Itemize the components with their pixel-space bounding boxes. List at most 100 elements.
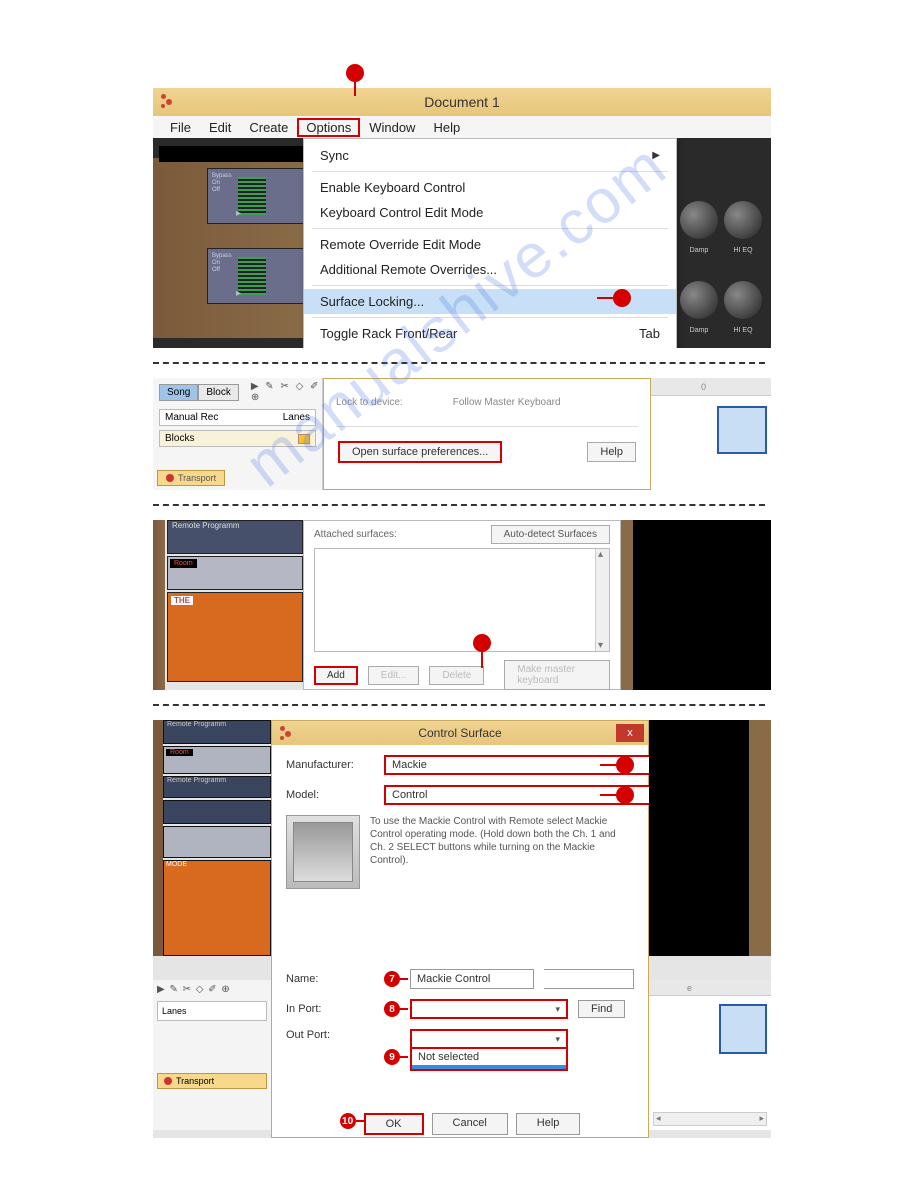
tab-block[interactable]: Block xyxy=(198,384,238,401)
menu-item-reduce-clutter[interactable]: Reduce Cable ClutterK xyxy=(304,346,676,348)
menu-create[interactable]: Create xyxy=(240,118,297,137)
manual-rec-row[interactable]: Manual RecLanes xyxy=(159,409,316,426)
out-port-option-selected[interactable] xyxy=(412,1065,566,1069)
in-port-select[interactable]: ▾ xyxy=(410,999,568,1019)
expand-arrow-icon[interactable]: ▸ xyxy=(236,288,241,299)
knob-hieq[interactable] xyxy=(724,201,762,239)
out-port-option[interactable]: Not selected xyxy=(412,1049,566,1065)
dialog-titlebar: Control Surface x xyxy=(272,721,648,745)
name-input-ext[interactable] xyxy=(544,969,634,989)
record-dot-icon xyxy=(164,1077,172,1085)
rack-module[interactable]: Remote Programm xyxy=(163,776,271,798)
menu-item-toggle-rack[interactable]: Toggle Rack Front/RearTab xyxy=(304,321,676,346)
app-logo-icon xyxy=(159,92,179,112)
add-button[interactable]: Add xyxy=(314,666,358,685)
out-port-label: Out Port: xyxy=(286,1029,374,1041)
blocks-row[interactable]: Blocks xyxy=(159,430,316,447)
transport-bar[interactable]: Transport xyxy=(157,1073,267,1089)
rack-module[interactable]: Room xyxy=(167,556,303,590)
knob-damp[interactable] xyxy=(680,281,718,319)
bypass-label: Bypass On Off xyxy=(212,173,232,194)
menu-window[interactable]: Window xyxy=(360,118,424,137)
out-port-dropdown-list: Not selected xyxy=(410,1049,568,1071)
timeline-ruler[interactable]: e xyxy=(649,980,771,996)
open-surface-preferences-button[interactable]: Open surface preferences... xyxy=(338,441,502,463)
menu-item-additional-overrides[interactable]: Additional Remote Overrides... xyxy=(304,257,676,282)
rack-module[interactable]: Room xyxy=(163,746,271,774)
panel-separator xyxy=(153,362,765,364)
rack-module-the[interactable]: THE xyxy=(167,592,303,682)
horizontal-scrollbar[interactable]: ◂▸ xyxy=(653,1112,767,1126)
menu-help[interactable]: Help xyxy=(424,118,469,137)
timeline-clip[interactable] xyxy=(717,406,767,454)
rack-module[interactable]: Remote Programm xyxy=(163,720,271,744)
timeline-ruler[interactable]: 0 xyxy=(651,378,771,396)
callout-dot-manufacturer xyxy=(616,756,634,774)
control-surface-dialog: Control Surface x Manufacturer: Mackie▾ … xyxy=(271,720,649,1138)
find-button[interactable]: Find xyxy=(578,1000,625,1018)
rack-module[interactable]: Bypass On Off ▸ xyxy=(207,168,305,224)
menu-item-keyboard-edit-mode[interactable]: Keyboard Control Edit Mode xyxy=(304,200,676,225)
in-port-label: In Port: xyxy=(286,1003,374,1015)
timeline-clip[interactable] xyxy=(719,1004,767,1054)
callout-badge-8: 8 xyxy=(384,1001,400,1017)
record-dot-icon xyxy=(166,474,174,482)
rack-module[interactable]: Bypass On Off ▸ xyxy=(207,248,305,304)
window-title: Document 1 xyxy=(424,94,499,110)
cancel-button[interactable]: Cancel xyxy=(432,1113,508,1135)
menu-item-sync[interactable]: Sync▶ xyxy=(304,143,676,168)
app-logo-icon xyxy=(278,724,294,740)
menu-options[interactable]: Options xyxy=(297,118,360,137)
name-input[interactable]: Mackie Control xyxy=(410,969,534,989)
rack-module[interactable] xyxy=(163,800,271,824)
ok-button[interactable]: OK xyxy=(364,1113,424,1135)
lock-to-device-label: Lock to device: xyxy=(336,397,403,408)
device-image-icon xyxy=(286,815,360,889)
auto-detect-button[interactable]: Auto-detect Surfaces xyxy=(491,525,610,544)
menu-separator xyxy=(312,285,668,286)
panel-separator xyxy=(153,704,765,706)
tool-icons[interactable]: ▶ ✎ ✂ ◇ ✐ ⊕ xyxy=(153,980,271,999)
model-select[interactable]: Control▾ xyxy=(384,785,686,805)
rack-module[interactable] xyxy=(163,826,271,858)
tab-song[interactable]: Song xyxy=(159,384,198,401)
lock-to-device-value: Follow Master Keyboard xyxy=(453,397,561,408)
sequencer-sidebar: Song Block ▶ ✎ ✂ ◇ ✐ ⊕ Manual RecLanes B… xyxy=(153,378,323,490)
timeline-right: e ◂▸ xyxy=(649,980,771,1130)
submenu-arrow-icon: ▶ xyxy=(652,150,660,161)
meter-icon xyxy=(238,257,266,295)
close-button[interactable]: x xyxy=(616,724,644,742)
menu-separator xyxy=(312,171,668,172)
menu-edit[interactable]: Edit xyxy=(200,118,240,137)
transport-bar[interactable]: Transport xyxy=(157,470,225,486)
panel-control-surface-dialog: Remote Programm Room Remote Programm MOD… xyxy=(153,720,771,1138)
timeline-area: 0 xyxy=(651,378,771,490)
bypass-label: Bypass On Off xyxy=(212,253,232,274)
menu-file[interactable]: File xyxy=(161,118,200,137)
meter-icon xyxy=(238,177,266,215)
delete-button[interactable]: Delete xyxy=(429,666,484,685)
help-button[interactable]: Help xyxy=(587,442,636,462)
expand-arrow-icon[interactable]: ▸ xyxy=(236,208,241,219)
edit-button[interactable]: Edit... xyxy=(368,666,420,685)
knob-panel: Damp HI EQ Damp HI EQ xyxy=(677,198,771,334)
panel-options-menu: Document 1 File Edit Create Options Wind… xyxy=(153,88,771,348)
out-port-select[interactable]: ▾ xyxy=(410,1029,568,1049)
lanes-row[interactable]: Lanes xyxy=(157,1001,267,1021)
callout-badge-9: 9 xyxy=(384,1049,400,1065)
scrollbar[interactable] xyxy=(595,549,609,651)
tool-icons[interactable]: ▶ ✎ ✂ ◇ ✐ ⊕ xyxy=(251,381,322,403)
rack-module[interactable]: MODE xyxy=(163,860,271,956)
callout-dot-2 xyxy=(613,289,631,307)
menu-item-enable-keyboard[interactable]: Enable Keyboard Control xyxy=(304,175,676,200)
knob-hieq[interactable] xyxy=(724,281,762,319)
rack-right xyxy=(649,720,771,956)
attached-surfaces-label: Attached surfaces: xyxy=(314,529,397,540)
surfaces-listbox[interactable] xyxy=(314,548,610,652)
knob-damp[interactable] xyxy=(680,201,718,239)
help-button[interactable]: Help xyxy=(516,1113,581,1135)
menu-item-remote-override[interactable]: Remote Override Edit Mode xyxy=(304,232,676,257)
make-master-keyboard-button[interactable]: Make master keyboard xyxy=(504,660,610,690)
control-surfaces-preferences: Attached surfaces: Auto-detect Surfaces … xyxy=(303,520,621,690)
rack-module[interactable]: Remote Programm xyxy=(167,520,303,554)
